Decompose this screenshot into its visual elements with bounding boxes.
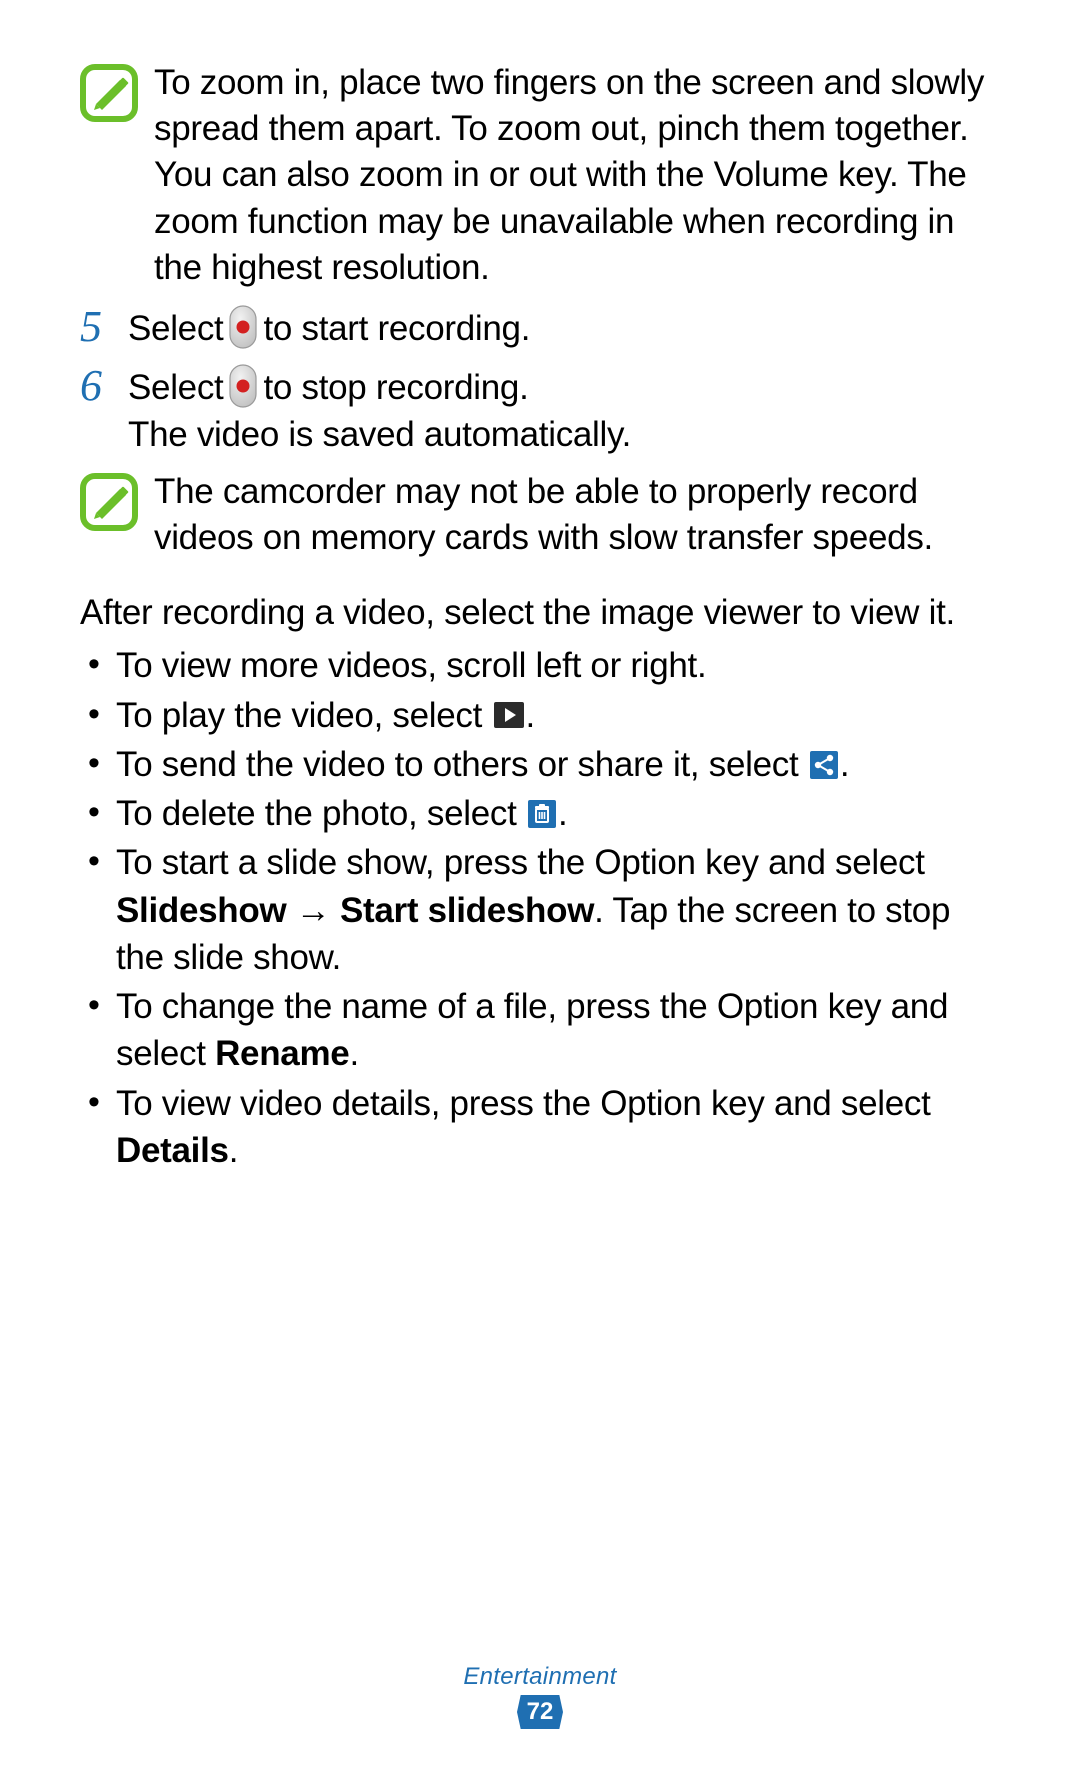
note-zoom: To zoom in, place two fingers on the scr… <box>80 60 1000 291</box>
bullet-bold: Rename <box>215 1034 349 1073</box>
bullet-text: . <box>229 1131 238 1170</box>
note-text: To zoom in, place two fingers on the scr… <box>154 60 1000 291</box>
list-item: To start a slide show, press the Option … <box>80 839 1000 981</box>
bullet-text-after: . <box>526 696 535 735</box>
bullet-list: To view more videos, scroll left or righ… <box>80 642 1000 1174</box>
list-item: To send the video to others or share it,… <box>80 741 1000 788</box>
bullet-bold: Start slideshow <box>340 891 594 930</box>
list-item: To play the video, select . <box>80 692 1000 739</box>
bullet-text: To start a slide show, press the Option … <box>116 843 925 882</box>
page-number-badge: 72 <box>517 1695 563 1729</box>
paragraph-after-recording: After recording a video, select the imag… <box>80 589 1000 636</box>
bullet-text: To view more videos, scroll left or righ… <box>116 646 706 685</box>
play-icon <box>494 702 524 728</box>
step-number: 5 <box>80 305 128 349</box>
bullet-text-before: To send the video to others or share it,… <box>116 745 798 784</box>
bullet-text-after: . <box>840 745 849 784</box>
record-button-icon <box>229 305 257 349</box>
bullet-text: To view video details, press the Option … <box>116 1084 931 1123</box>
bullet-text-before: To delete the photo, select <box>116 794 517 833</box>
step-5: 5 Select to star <box>80 305 1000 352</box>
page-footer: Entertainment 72 <box>0 1663 1080 1729</box>
list-item: To view more videos, scroll left or righ… <box>80 642 1000 689</box>
list-item: To delete the photo, select . <box>80 790 1000 837</box>
step-text-after: to start recording. <box>263 305 530 352</box>
bullet-bold: Slideshow <box>116 891 286 930</box>
stop-button-icon <box>229 364 257 408</box>
step-text-after: to stop recording. <box>263 364 528 411</box>
step-6: 6 Select to stop <box>80 364 1000 459</box>
note-text: The camcorder may not be able to properl… <box>154 469 1000 561</box>
footer-category: Entertainment <box>0 1663 1080 1691</box>
share-icon <box>810 751 838 779</box>
note-icon <box>80 473 144 536</box>
step-text-before: Select <box>128 364 223 411</box>
delete-icon <box>528 800 556 828</box>
note-camcorder: The camcorder may not be able to properl… <box>80 469 1000 561</box>
document-page: To zoom in, place two fingers on the scr… <box>0 0 1080 1771</box>
bullet-text-after: . <box>558 794 567 833</box>
bullet-arrow: → <box>286 891 340 930</box>
list-item: To change the name of a file, press the … <box>80 983 1000 1078</box>
step-text-line2: The video is saved automatically. <box>128 411 1000 458</box>
bullet-text: . <box>349 1034 358 1073</box>
step-text-before: Select <box>128 305 223 352</box>
list-item: To view video details, press the Option … <box>80 1080 1000 1175</box>
step-number: 6 <box>80 364 128 408</box>
bullet-bold: Details <box>116 1131 229 1170</box>
bullet-text-before: To play the video, select <box>116 696 482 735</box>
note-icon <box>80 64 144 127</box>
